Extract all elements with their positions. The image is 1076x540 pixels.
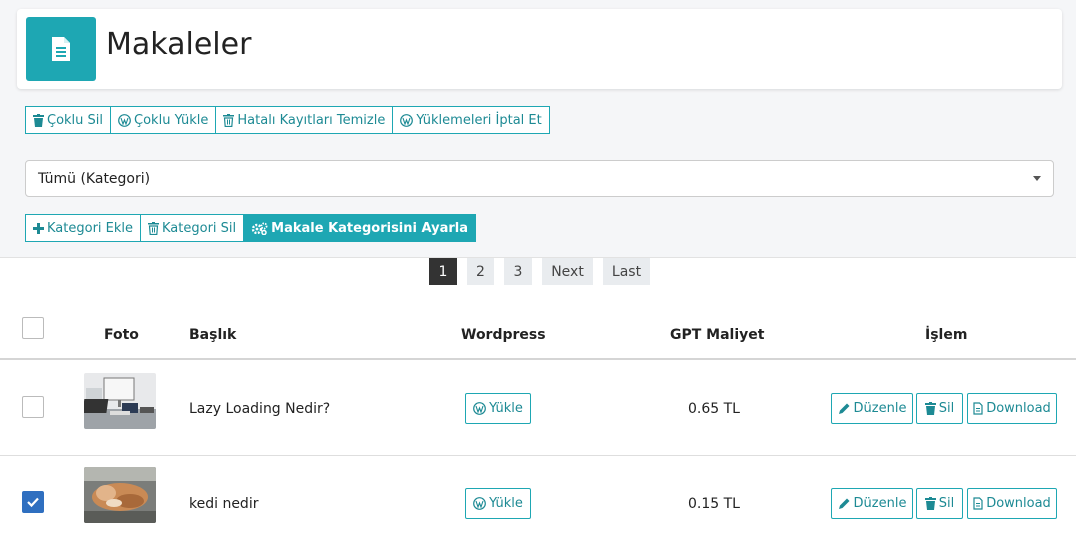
trash-icon <box>924 402 936 415</box>
set-category-label: Makale Kategorisini Ayarla <box>271 220 468 236</box>
clean-errors-label: Hatalı Kayıtları Temizle <box>237 112 386 128</box>
row-divider <box>0 455 1076 456</box>
checkmark-icon <box>27 497 39 508</box>
upload-button[interactable]: Yükle <box>465 488 531 519</box>
column-header-action: İşlem <box>925 327 968 343</box>
category-select-value: Tümü (Kategori) <box>38 170 151 187</box>
clean-errors-button[interactable]: Hatalı Kayıtları Temizle <box>216 106 394 134</box>
bulk-upload-button[interactable]: Çoklu Yükle <box>111 106 217 134</box>
gears-icon <box>251 222 268 235</box>
delete-category-label: Kategori Sil <box>162 220 237 236</box>
delete-label: Sil <box>938 401 955 416</box>
delete-label: Sil <box>938 496 955 511</box>
column-header-wordpress: Wordpress <box>461 327 546 343</box>
plus-icon <box>33 222 44 234</box>
trash-icon <box>924 497 936 510</box>
delete-button[interactable]: Sil <box>916 488 963 519</box>
upload-label: Yükle <box>489 496 523 511</box>
next-page-button[interactable]: Next <box>542 258 593 285</box>
upload-button[interactable]: Yükle <box>465 393 531 424</box>
bulk-delete-button[interactable]: Çoklu Sil <box>25 106 112 134</box>
delete-category-button[interactable]: Kategori Sil <box>141 214 245 242</box>
upload-label: Yükle <box>489 401 523 416</box>
article-title: kedi nedir <box>189 496 259 512</box>
delete-button[interactable]: Sil <box>916 393 963 424</box>
wordpress-icon <box>118 113 131 127</box>
articles-panel: 1 2 3 Next Last Foto Başlık Wordpress GP… <box>0 257 1076 540</box>
last-page-button[interactable]: Last <box>603 258 650 285</box>
page-button-1[interactable]: 1 <box>429 258 457 285</box>
trash-outline-icon <box>223 113 235 127</box>
bulk-upload-label: Çoklu Yükle <box>134 112 209 128</box>
page-button-2[interactable]: 2 <box>467 258 494 285</box>
edit-button[interactable]: Düzenle <box>831 393 913 424</box>
file-icon <box>973 402 983 415</box>
edit-label: Düzenle <box>853 401 907 416</box>
gpt-cost: 0.15 TL <box>688 496 740 512</box>
row-checkbox[interactable] <box>22 396 44 418</box>
download-button[interactable]: Download <box>967 393 1057 424</box>
category-select[interactable]: Tümü (Kategori) <box>25 160 1054 197</box>
trash-icon <box>33 113 44 127</box>
column-header-cost: GPT Maliyet <box>670 327 765 343</box>
cancel-uploads-label: Yüklemeleri İptal Et <box>416 112 542 128</box>
page-header: Makaleler <box>17 9 1062 89</box>
edit-button[interactable]: Düzenle <box>831 488 913 519</box>
wordpress-icon <box>473 402 486 415</box>
file-icon <box>973 497 983 510</box>
column-header-photo: Foto <box>104 327 139 343</box>
article-thumbnail[interactable] <box>84 467 156 523</box>
download-label: Download <box>986 401 1051 416</box>
row-checkbox[interactable] <box>22 491 44 513</box>
wordpress-icon <box>400 113 414 127</box>
column-header-title: Başlık <box>189 327 237 343</box>
pencil-icon <box>838 498 850 509</box>
pencil-icon <box>838 403 850 414</box>
bulk-toolbar: Çoklu Sil Çoklu Yükle Hatalı Kayıtları T… <box>25 106 550 134</box>
article-thumbnail[interactable] <box>84 373 156 429</box>
wordpress-icon <box>473 497 486 510</box>
add-category-label: Kategori Ekle <box>47 220 134 236</box>
category-toolbar: Kategori Ekle Kategori Sil Makale Katego… <box>25 214 476 242</box>
set-category-button[interactable]: Makale Kategorisini Ayarla <box>244 214 476 242</box>
select-all-checkbox[interactable] <box>22 317 44 339</box>
table-header-divider <box>0 358 1076 360</box>
gpt-cost: 0.65 TL <box>688 401 740 417</box>
page-title: Makaleler <box>106 27 252 62</box>
page-button-3[interactable]: 3 <box>504 258 532 285</box>
download-label: Download <box>986 496 1051 511</box>
caret-down-icon <box>1033 176 1041 181</box>
add-category-button[interactable]: Kategori Ekle <box>25 214 142 242</box>
document-icon <box>26 17 96 81</box>
edit-label: Düzenle <box>853 496 907 511</box>
bulk-delete-label: Çoklu Sil <box>47 112 104 128</box>
trash-outline-icon <box>148 221 160 235</box>
download-button[interactable]: Download <box>967 488 1057 519</box>
cancel-uploads-button[interactable]: Yüklemeleri İptal Et <box>393 106 550 134</box>
article-title: Lazy Loading Nedir? <box>189 401 331 417</box>
